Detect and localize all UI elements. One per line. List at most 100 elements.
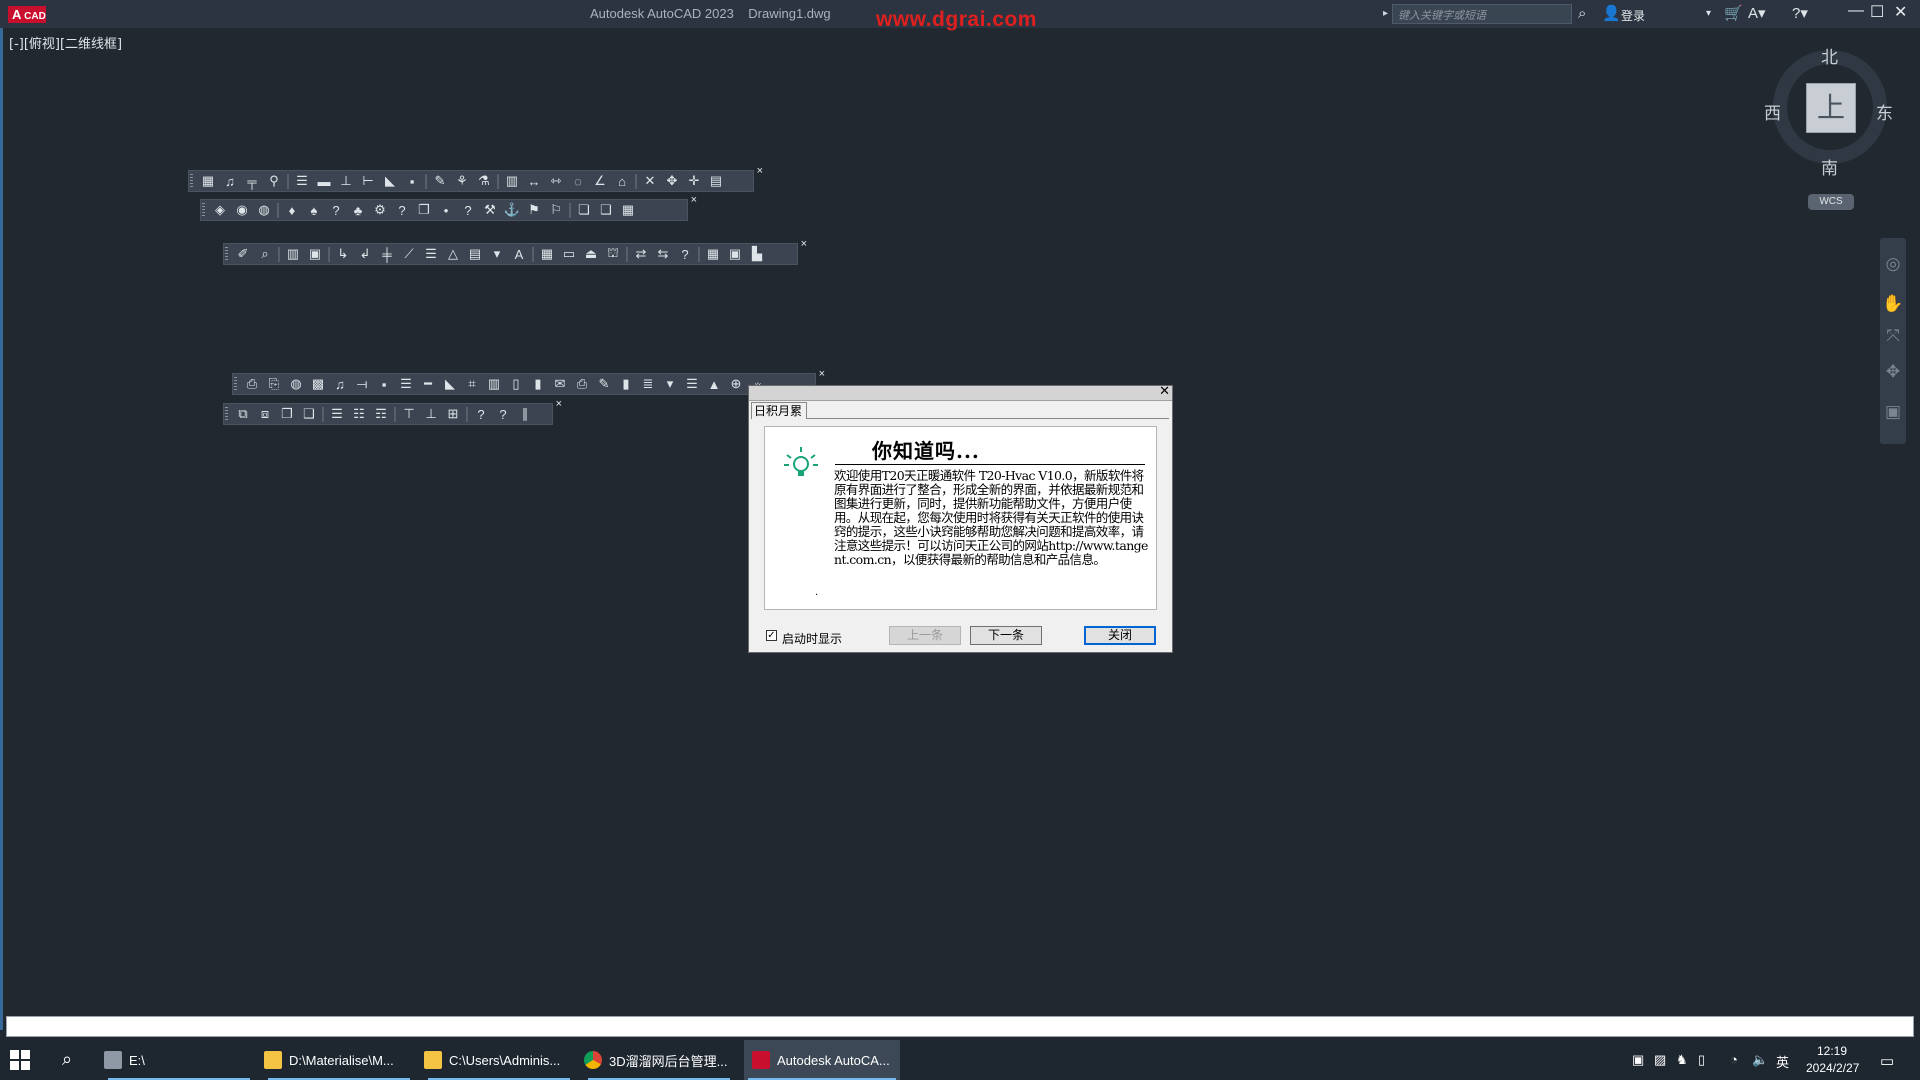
lines-icon[interactable]: ☰ bbox=[395, 374, 417, 394]
triangle-icon[interactable]: △ bbox=[442, 244, 464, 264]
save-tool-icon[interactable]: ⎙ bbox=[241, 374, 263, 394]
pen-icon[interactable]: ✎ bbox=[593, 374, 615, 394]
ruler-icon[interactable]: ╪ bbox=[376, 244, 398, 264]
tray-qq-icon[interactable]: ♞ bbox=[1676, 1052, 1688, 1068]
text-icon[interactable]: A bbox=[508, 244, 530, 264]
viewport-controls[interactable]: [-][俯视][二维线框] bbox=[9, 33, 122, 52]
ucs-menu[interactable]: WCS bbox=[1808, 194, 1854, 210]
toolbar-close-icon[interactable]: × bbox=[801, 238, 807, 250]
move-icon[interactable]: ✥ bbox=[661, 171, 683, 191]
box-icon[interactable]: ▣ bbox=[304, 244, 326, 264]
taskbar-item-chrome[interactable]: 3D溜溜网后台管理... bbox=[584, 1040, 734, 1080]
notification-center-icon[interactable]: ▭ bbox=[1880, 1052, 1894, 1070]
toolbar-close-icon[interactable]: × bbox=[757, 165, 763, 177]
viewcube-top-face[interactable]: 上 bbox=[1806, 83, 1856, 133]
dimension2-icon[interactable]: ⇿ bbox=[545, 171, 567, 191]
dialog-titlebar[interactable]: ✕ bbox=[749, 384, 1172, 401]
bar-icon[interactable]: ▬ bbox=[313, 171, 335, 191]
compass-north[interactable]: 北 bbox=[1821, 43, 1838, 68]
edit-icon[interactable]: ✐ bbox=[232, 244, 254, 264]
dot-icon[interactable]: • bbox=[435, 200, 457, 220]
toolbar-grip[interactable] bbox=[225, 247, 228, 262]
compass-south[interactable]: 南 bbox=[1821, 154, 1838, 179]
slash-icon[interactable]: ∥ bbox=[514, 404, 536, 424]
layers2-icon[interactable]: ❑ bbox=[298, 404, 320, 424]
steering-wheel-icon[interactable]: ◎ bbox=[1880, 254, 1906, 274]
login-button[interactable]: 登录 bbox=[1621, 7, 1645, 24]
toolbar-grip[interactable] bbox=[190, 174, 193, 189]
show-on-startup-label[interactable]: 启动时显示 bbox=[782, 630, 842, 647]
taskbar-drive-e[interactable]: E:\ bbox=[104, 1040, 254, 1080]
calc-icon[interactable]: ▦ bbox=[702, 244, 724, 264]
tab2-icon[interactable]: ⊥ bbox=[420, 404, 442, 424]
dialog-close-icon[interactable]: ✕ bbox=[1159, 384, 1170, 399]
book2-icon[interactable]: ❑ bbox=[595, 200, 617, 220]
minus-icon[interactable]: ━ bbox=[417, 374, 439, 394]
hatch-icon[interactable]: ▩ bbox=[307, 374, 329, 394]
print-icon[interactable]: ⎘ bbox=[263, 374, 285, 394]
frame-icon[interactable]: ▣ bbox=[724, 244, 746, 264]
printer-icon[interactable]: ⎙ bbox=[571, 374, 593, 394]
taskbar-item-autocad[interactable]: Autodesk AutoCA... bbox=[744, 1040, 900, 1080]
find-icon[interactable]: ⌕ bbox=[254, 244, 276, 264]
circle-icon[interactable]: ◌ bbox=[567, 171, 589, 191]
user-icon[interactable]: 👤 bbox=[1602, 4, 1621, 24]
maximize-icon[interactable]: ☐ bbox=[1870, 2, 1884, 22]
orbit-icon[interactable]: ✥ bbox=[1880, 362, 1906, 382]
prev-tip-button[interactable]: 上一条 bbox=[889, 626, 961, 645]
help4-icon[interactable]: ? bbox=[674, 244, 696, 264]
tab-icon[interactable]: ⊤ bbox=[398, 404, 420, 424]
close-icon[interactable]: ✕ bbox=[1894, 2, 1907, 22]
arrow-icon[interactable]: ⊢ bbox=[357, 171, 379, 191]
login-dropdown-icon[interactable]: ▾ bbox=[1706, 4, 1711, 24]
tray-usb-icon[interactable]: ▯ bbox=[1698, 1052, 1705, 1068]
tray-app-icon[interactable]: ▣ bbox=[1632, 1052, 1644, 1068]
swap2-icon[interactable]: ⇆ bbox=[652, 244, 674, 264]
show-on-startup-checkbox[interactable]: ✓ bbox=[766, 630, 777, 641]
angle-icon[interactable]: ∠ bbox=[589, 171, 611, 191]
bulb-icon[interactable]: ♠ bbox=[303, 200, 325, 220]
align-left-icon[interactable]: ⧉ bbox=[232, 404, 254, 424]
showmotion-icon[interactable]: ▣ bbox=[1880, 402, 1906, 422]
toolbar-close-icon[interactable]: × bbox=[819, 368, 825, 380]
cross-icon[interactable]: ✕ bbox=[639, 171, 661, 191]
corner-icon[interactable]: ◣ bbox=[379, 171, 401, 191]
hbar2-icon[interactable]: ☷ bbox=[348, 404, 370, 424]
help6-icon[interactable]: ? bbox=[492, 404, 514, 424]
person-icon[interactable]: ♣ bbox=[347, 200, 369, 220]
hbar3-icon[interactable]: ☶ bbox=[370, 404, 392, 424]
system-clock[interactable]: 12:19 2024/2/27 bbox=[1806, 1043, 1859, 1077]
triangle2-icon[interactable]: ▲ bbox=[703, 374, 725, 394]
help-tool-icon[interactable]: ? bbox=[325, 200, 347, 220]
layer2-icon[interactable]: ◉ bbox=[231, 200, 253, 220]
autocad-logo[interactable]: A CAD bbox=[8, 6, 46, 23]
tower-icon[interactable]: ⛫ bbox=[602, 244, 624, 264]
tool2-icon[interactable]: ⚓ bbox=[501, 200, 523, 220]
help5-icon[interactable]: ? bbox=[470, 404, 492, 424]
next-tip-button[interactable]: 下一条 bbox=[970, 626, 1042, 645]
move2-icon[interactable]: ✛ bbox=[683, 171, 705, 191]
pipe-icon[interactable]: ♫ bbox=[219, 171, 241, 191]
rows-icon[interactable]: ≣ bbox=[637, 374, 659, 394]
tool3-icon[interactable]: ⚑ bbox=[523, 200, 545, 220]
gauge-icon[interactable]: ⊕ bbox=[725, 374, 747, 394]
clipboard-icon[interactable]: ▤ bbox=[705, 171, 727, 191]
mark-icon[interactable]: ⌗ bbox=[461, 374, 483, 394]
layers-icon[interactable]: ❐ bbox=[276, 404, 298, 424]
minimize-icon[interactable]: — bbox=[1848, 2, 1864, 20]
tool4-icon[interactable]: ⚐ bbox=[545, 200, 567, 220]
compass-east[interactable]: 东 bbox=[1876, 99, 1893, 124]
pipe-bend2-icon[interactable]: ↲ bbox=[354, 244, 376, 264]
gear-icon[interactable]: ⚙ bbox=[369, 200, 391, 220]
fork-icon[interactable]: ⚗ bbox=[473, 171, 495, 191]
cart-icon[interactable]: 🛒 bbox=[1724, 4, 1743, 24]
cols2-icon[interactable]: ▯ bbox=[505, 374, 527, 394]
zoom-icon[interactable]: ⤧ bbox=[1880, 326, 1906, 346]
envelope-icon[interactable]: ✉ bbox=[549, 374, 571, 394]
toolbar-close-icon[interactable]: × bbox=[556, 398, 562, 410]
note-icon[interactable]: ♫ bbox=[329, 374, 351, 394]
square-icon[interactable]: ▪ bbox=[401, 171, 423, 191]
book3-icon[interactable]: ▮ bbox=[615, 374, 637, 394]
base-icon[interactable]: ⊥ bbox=[335, 171, 357, 191]
align-icon[interactable]: ☰ bbox=[291, 171, 313, 191]
